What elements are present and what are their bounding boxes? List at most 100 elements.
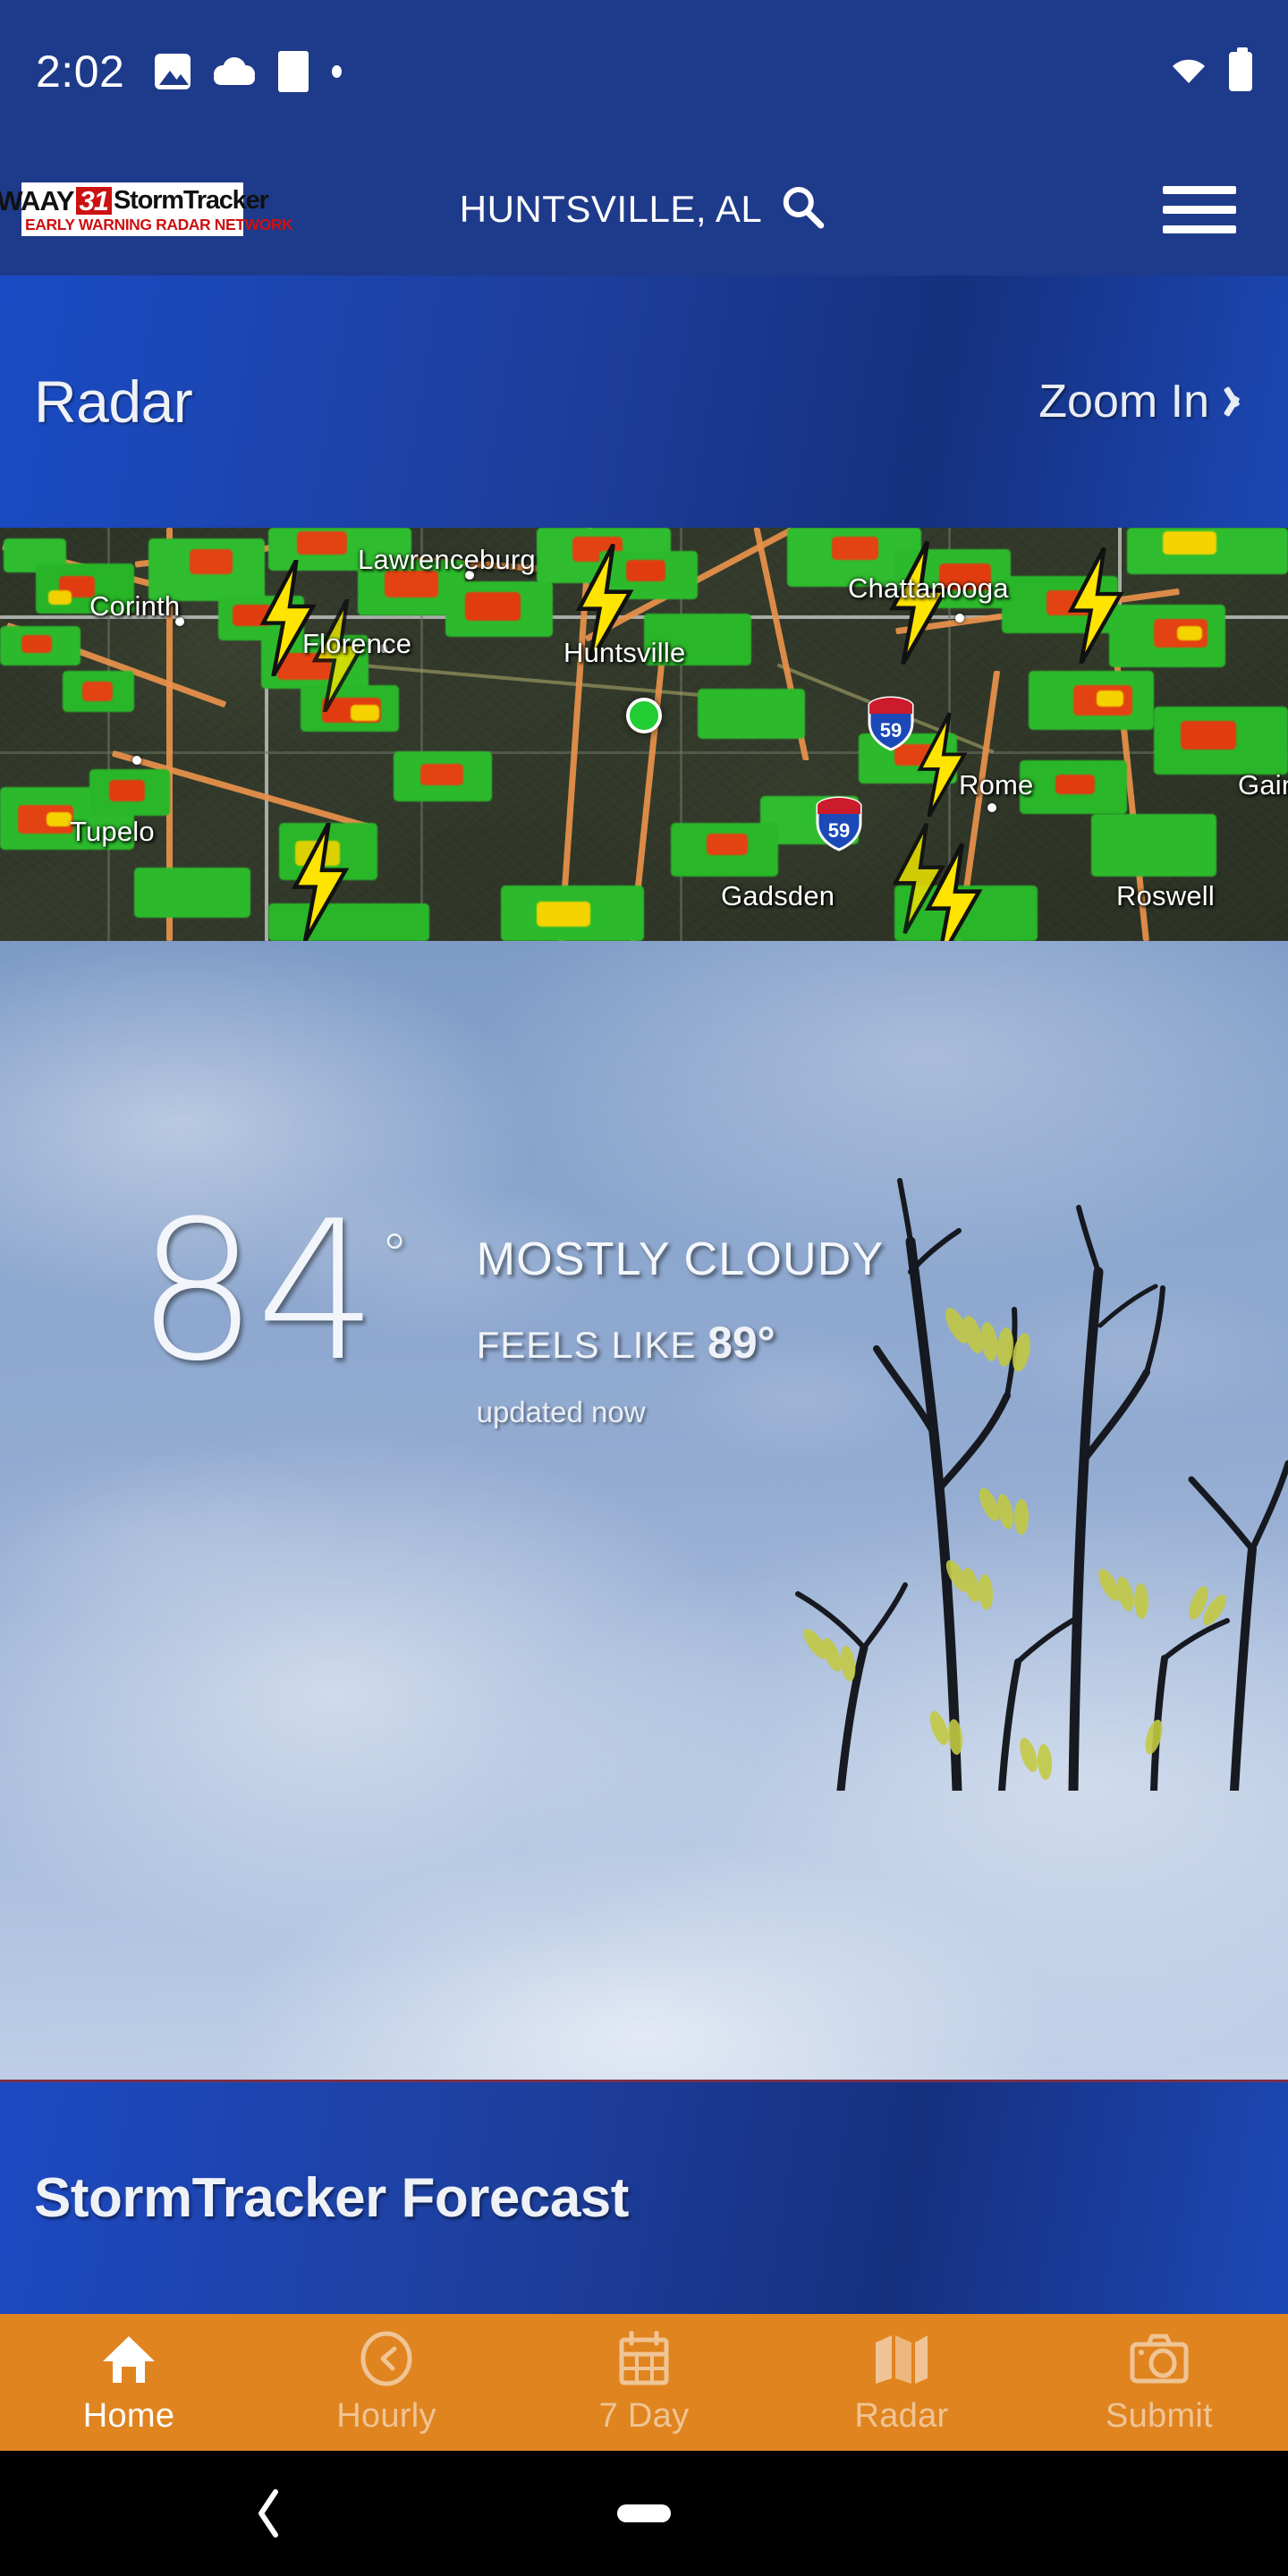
nav-item-7-day[interactable]: 7 Day [515, 2314, 773, 2451]
bottom-navigation-bar: Home Hourly 7 Day Radar Submit [0, 2314, 1288, 2451]
waay31-stormtracker-logo[interactable]: WAAY 31 StormTracker EARLY WARNING RADAR… [0, 182, 293, 237]
city-label-roswell: Roswell [1116, 880, 1215, 911]
lightning-strike-icon [1064, 547, 1131, 668]
status-bar-notification-icons [155, 51, 343, 92]
degree-symbol: ° [380, 1222, 409, 1287]
logo-product: StormTracker [114, 185, 269, 215]
city-label-gadsden: Gadsden [721, 880, 835, 911]
updated-timestamp: updated now [476, 1395, 646, 1428]
radar-echo [47, 812, 72, 826]
square-notification-icon [278, 51, 309, 92]
battery-icon [1229, 47, 1252, 91]
radar-echo [82, 682, 113, 701]
radar-echo [465, 592, 521, 621]
lightning-strike-icon [914, 711, 973, 823]
city-dot [955, 614, 964, 623]
current-temperature-block: 84 ° MOSTLY CLOUDY FEELS LIKE 89° update… [0, 1179, 1288, 1429]
radar-echo [1091, 814, 1216, 877]
home-icon [101, 2329, 157, 2388]
city-label-florence: Florence [302, 628, 412, 659]
search-icon[interactable] [778, 182, 828, 237]
cloud-icon [214, 57, 256, 86]
image-icon [155, 54, 191, 89]
current-conditions-panel: 84 ° MOSTLY CLOUDY FEELS LIKE 89° update… [0, 941, 1288, 2080]
status-bar-system-icons [1168, 47, 1252, 91]
radar-map[interactable]: 59 59 Lawrenceburg Corinth Florence Hunt… [0, 528, 1288, 941]
logo-top-row: WAAY 31 StormTracker [0, 186, 269, 215]
city-dot [987, 803, 996, 812]
feels-like-value: 89° [708, 1318, 775, 1368]
nav-item-submit[interactable]: Submit [1030, 2314, 1288, 2451]
nav-label: Radar [854, 2397, 949, 2435]
radar-echo [134, 868, 250, 918]
current-location-label: HUNTSVILLE, AL [459, 188, 763, 230]
home-pill-icon[interactable] [617, 2504, 671, 2522]
back-chevron-icon[interactable] [252, 2488, 283, 2538]
logo-tagline: EARLY WARNING RADAR NETWORK [25, 215, 293, 233]
radar-echo [1055, 775, 1095, 794]
city-label-lawrenceburg: Lawrenceburg [358, 544, 536, 575]
radar-echo [1177, 626, 1202, 640]
radar-echo [297, 531, 347, 555]
feels-like-label: FEELS LIKE [476, 1324, 697, 1366]
radar-echo [707, 834, 748, 855]
nav-label: Home [82, 2397, 175, 2435]
camera-icon [1130, 2329, 1189, 2388]
condition-description: MOSTLY CLOUDY [476, 1233, 885, 1285]
city-label-gainesville: Gainesville [1238, 769, 1288, 801]
status-bar-clock: 2:02 [36, 47, 125, 97]
logo-brand: WAAY [0, 184, 75, 216]
svg-text:59: 59 [880, 719, 902, 741]
radar-echo [537, 902, 590, 927]
app-screen: 2:02 WAAY 31 StormTracker EARLY WARNING … [0, 0, 1288, 2576]
forecast-section-title: StormTracker Forecast [34, 2167, 629, 2229]
calendar-icon [618, 2329, 670, 2388]
map-icon [872, 2329, 931, 2388]
current-temperature-value: 84 [136, 1179, 378, 1403]
lightning-strike-icon [886, 540, 955, 670]
nav-item-home[interactable]: Home [0, 2314, 258, 2451]
svg-text:59: 59 [828, 819, 850, 842]
lightning-strike-icon [288, 821, 356, 941]
nav-label: 7 Day [598, 2397, 690, 2435]
status-bar: 2:02 [0, 0, 1288, 143]
android-navigation-bar [0, 2451, 1288, 2576]
radar-echo [420, 764, 463, 785]
radar-echo [190, 549, 233, 574]
clock-icon [359, 2329, 414, 2388]
radar-echo [1097, 691, 1123, 707]
radar-section-title: Radar [34, 369, 193, 435]
county-line [0, 751, 1288, 754]
radar-zoom-in-button[interactable]: Zoom In [1038, 375, 1252, 428]
interstate-shield-59: 59 [814, 796, 864, 852]
hamburger-menu-icon[interactable] [1163, 185, 1236, 233]
lightning-strike-icon [921, 843, 989, 941]
location-selector[interactable]: HUNTSVILLE, AL [460, 182, 828, 237]
green-location-dot [626, 698, 662, 733]
radar-echo [109, 780, 145, 801]
nav-item-hourly[interactable]: Hourly [258, 2314, 515, 2451]
nav-item-radar[interactable]: Radar [773, 2314, 1030, 2451]
city-label-tupelo: Tupelo [70, 816, 155, 847]
stormtracker-forecast-section[interactable]: StormTracker Forecast [0, 2080, 1288, 2314]
dot-notification-icon [332, 65, 343, 78]
radar-echo [1163, 531, 1216, 555]
city-label-rome: Rome [959, 769, 1034, 801]
chevron-right-icon [1233, 385, 1252, 419]
condition-text-block: MOSTLY CLOUDY FEELS LIKE 89° updated now [477, 1233, 885, 1429]
radar-echo [832, 537, 878, 560]
radar-section-header: Radar Zoom In [0, 275, 1288, 528]
wifi-icon [1168, 56, 1209, 87]
city-label-huntsville: Huntsville [564, 637, 686, 668]
radar-echo [698, 689, 805, 739]
feels-like-row: FEELS LIKE 89° [477, 1317, 885, 1368]
city-label-corinth: Corinth [89, 590, 181, 622]
radar-echo [21, 635, 52, 653]
zoom-in-label: Zoom In [1038, 376, 1209, 428]
city-label-chattanooga: Chattanooga [848, 572, 1009, 604]
radar-echo [1181, 721, 1236, 750]
nav-label: Hourly [336, 2397, 436, 2435]
interstate-shield-59: 59 [866, 696, 916, 751]
radar-echo [48, 590, 72, 605]
logo-channel-number: 31 [75, 186, 113, 215]
